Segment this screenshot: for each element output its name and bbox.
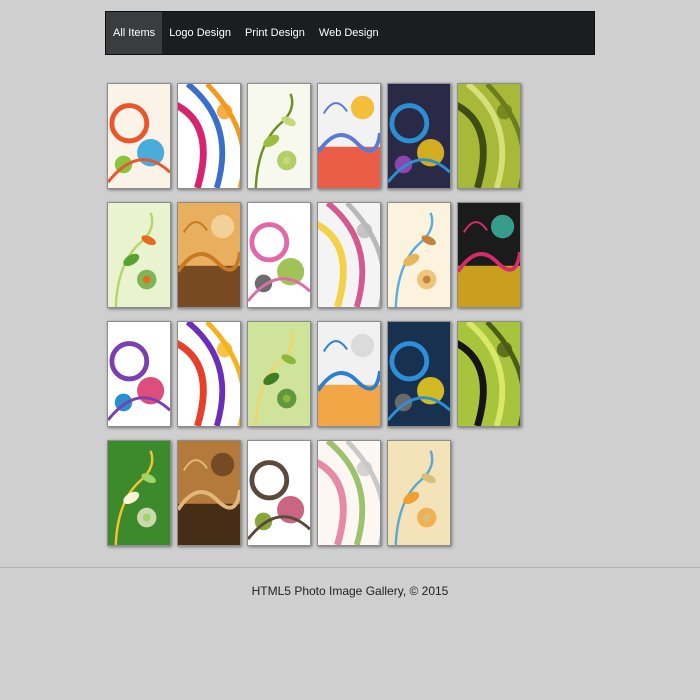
- thumbnail-artwork: [458, 84, 520, 188]
- gallery-thumbnail-vine-pattern-art[interactable]: [247, 440, 311, 546]
- gallery-thumbnail-purple-swirls-art[interactable]: [107, 321, 171, 427]
- gallery-thumbnail-orange-floral-art[interactable]: [387, 440, 451, 546]
- thumbnail-artwork: [108, 441, 170, 545]
- gallery-thumbnail-city-silhouette-art[interactable]: [457, 321, 521, 427]
- filter-web-design[interactable]: Web Design: [312, 12, 386, 54]
- category-filter-nav: All Items Logo Design Print Design Web D…: [105, 11, 595, 55]
- gallery-thumbnail-rainbow-stripes-art[interactable]: [387, 83, 451, 189]
- gallery-thumbnail-green-grunge-art[interactable]: [457, 83, 521, 189]
- gallery-thumbnail-colorful-swirl-art[interactable]: [177, 83, 241, 189]
- thumbnail-artwork: [178, 322, 240, 426]
- gallery-thumbnail-pink-roses-art[interactable]: [317, 440, 381, 546]
- gallery-thumbnail-green-floral-art[interactable]: [247, 83, 311, 189]
- thumbnail-artwork: [388, 84, 450, 188]
- gallery-thumbnail-sepia-grunge-art[interactable]: [177, 440, 241, 546]
- thumbnail-artwork: [248, 203, 310, 307]
- thumbnail-artwork: [318, 203, 380, 307]
- gallery-thumbnail-butterfly-grunge-art[interactable]: [387, 202, 451, 308]
- thumbnail-artwork: [248, 322, 310, 426]
- thumbnail-artwork: [108, 322, 170, 426]
- thumbnail-artwork: [108, 203, 170, 307]
- footer-divider: [0, 567, 700, 568]
- gallery-thumbnail-autumn-tree-art[interactable]: [177, 202, 241, 308]
- thumbnail-artwork: [178, 203, 240, 307]
- footer-copyright: HTML5 Photo Image Gallery, © 2015: [251, 584, 449, 598]
- gallery-thumbnail-tropical-flower-art[interactable]: [457, 202, 521, 308]
- thumbnail-artwork: [178, 441, 240, 545]
- gallery-thumbnail-orange-circles-art[interactable]: [317, 321, 381, 427]
- gallery-thumbnail-green-waves-art[interactable]: [107, 202, 171, 308]
- thumbnail-artwork: [108, 84, 170, 188]
- thumbnail-artwork: [458, 203, 520, 307]
- thumbnail-artwork: [388, 441, 450, 545]
- gallery-thumbnail-blue-curves-art[interactable]: [387, 321, 451, 427]
- filter-all-items[interactable]: All Items: [106, 12, 163, 54]
- thumbnail-artwork: [388, 322, 450, 426]
- gallery-thumbnail-floral-sketch-art[interactable]: [247, 202, 311, 308]
- gallery-thumbnail-green-splash-art[interactable]: [247, 321, 311, 427]
- gallery-thumbnail-yellow-rose-sketch-art[interactable]: [317, 202, 381, 308]
- thumbnail-artwork: [388, 203, 450, 307]
- thumbnail-artwork: [178, 84, 240, 188]
- thumbnail-artwork: [318, 84, 380, 188]
- thumbnail-artwork: [318, 322, 380, 426]
- gallery-thumbnail-paisley-petals-art[interactable]: [177, 321, 241, 427]
- thumbnail-artwork: [318, 441, 380, 545]
- gallery-thumbnail-colorful-circles-art[interactable]: [107, 83, 171, 189]
- thumbnail-artwork: [248, 84, 310, 188]
- gallery-thumbnail-circles-red-arc-art[interactable]: [317, 83, 381, 189]
- thumbnail-artwork: [248, 441, 310, 545]
- filter-logo-design[interactable]: Logo Design: [162, 12, 238, 54]
- thumbnail-artwork: [458, 322, 520, 426]
- filter-print-design[interactable]: Print Design: [238, 12, 312, 54]
- gallery-thumbnail-white-lily-art[interactable]: [107, 440, 171, 546]
